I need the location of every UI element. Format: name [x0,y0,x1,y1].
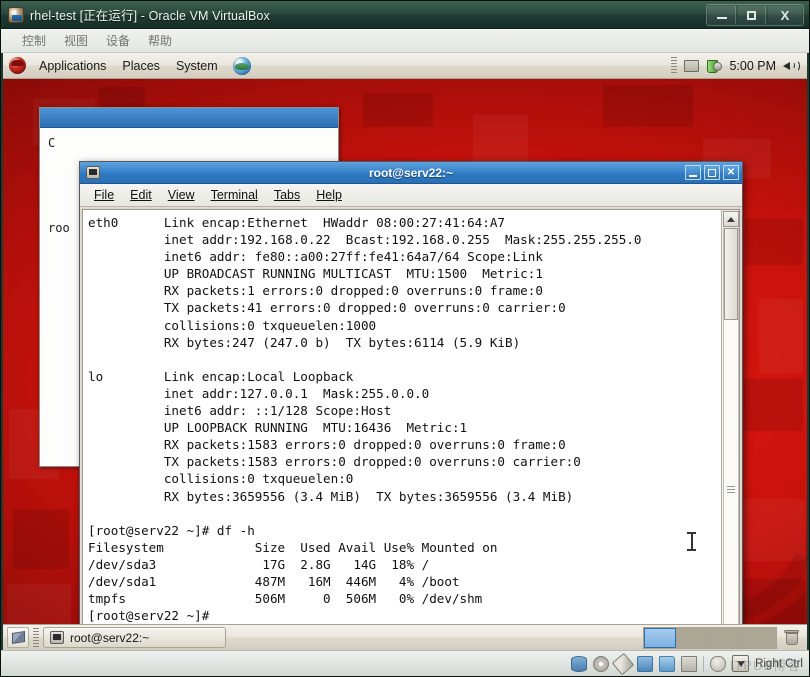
cd-icon[interactable] [593,655,610,672]
web-browser-icon[interactable] [232,56,251,75]
terminal-window-controls: ✕ [685,165,739,180]
host-key-label: Right Ctrl [755,657,803,670]
network-icon[interactable] [637,655,654,672]
scrollbar-track[interactable] [722,228,739,624]
virtualbox-window-controls: X [706,4,804,26]
scrollbar-up-button[interactable] [722,211,739,227]
scrollbar-grip [726,486,735,493]
terminal-menu-terminal[interactable]: Terminal [203,185,266,205]
workspace-2[interactable] [677,627,710,648]
close-icon: X [780,7,790,23]
applications-menu[interactable]: Applications [32,56,113,76]
vbox-menu-devices[interactable]: 设备 [97,30,139,51]
taskbar-item-terminal[interactable]: root@serv22:~ [43,627,226,648]
virtualbox-icon [8,6,24,23]
terminal-icon [50,631,64,644]
workspace-4[interactable] [743,627,776,648]
terminal-menu-help[interactable]: Help [308,185,350,205]
virtualbox-titlebar: rhel-test [正在运行] - Oracle VM VirtualBox … [1,1,809,29]
virtualbox-close-button[interactable]: X [768,6,802,24]
terminal-minimize-button[interactable] [685,165,701,180]
software-update-icon[interactable] [706,58,723,74]
terminal-menu-edit[interactable]: Edit [122,185,160,205]
taskbar-item-label: root@serv22:~ [70,630,150,645]
virtualbox-maximize-button[interactable] [738,6,766,24]
redhat-logo-icon [9,57,26,74]
tasklist-grip[interactable] [33,627,39,648]
panel-grip[interactable] [671,56,678,75]
vbox-menu-view[interactable]: 视图 [55,30,97,51]
terminal-maximize-button[interactable] [704,165,720,180]
display-icon[interactable] [681,655,698,672]
terminal-menu-file[interactable]: File [86,185,122,205]
hdd-icon[interactable] [571,655,588,672]
background-terminal-titlebar [40,108,338,128]
close-icon: ✕ [726,166,736,178]
mouse-icon[interactable] [710,655,727,672]
vbox-menu-help[interactable]: 帮助 [139,30,181,51]
vbox-menu-control[interactable]: 控制 [13,30,55,51]
floppy-icon[interactable] [611,652,635,675]
gnome-top-panel: Applications Places System 5:00 PM [3,53,807,79]
terminal-titlebar[interactable]: root@serv22:~ ✕ [80,162,742,184]
clock[interactable]: 5:00 PM [729,59,776,73]
gnome-bottom-panel: root@serv22:~ [3,624,807,650]
scrollbar-thumb[interactable] [723,228,738,320]
terminal-window[interactable]: root@serv22:~ ✕ File Edit View Terminal … [79,161,743,624]
workspace-switcher[interactable] [643,626,777,649]
statusbar-separator [703,655,705,672]
virtualbox-statusbar: Right Ctrl ITPUB博客 [1,650,809,676]
monitor-icon[interactable] [684,59,700,72]
workspace-1[interactable] [644,627,677,648]
terminal-menu-tabs[interactable]: Tabs [266,185,308,205]
terminal-menu-view[interactable]: View [160,185,203,205]
terminal-icon [86,166,100,179]
workspace-3[interactable] [710,627,743,648]
trash-icon[interactable] [783,629,800,646]
virtualbox-minimize-button[interactable] [708,6,736,24]
host-key-icon[interactable] [732,655,750,672]
virtualbox-window: rhel-test [正在运行] - Oracle VM VirtualBox … [0,0,810,677]
guest-screen[interactable]: Applications Places System 5:00 PM C roo… [1,53,809,650]
volume-icon[interactable] [783,58,800,73]
terminal-close-button[interactable]: ✕ [723,165,739,180]
terminal-content-area[interactable]: eth0 Link encap:Ethernet HWaddr 08:00:27… [82,209,740,624]
shared-folders-icon[interactable] [659,655,676,672]
show-desktop-icon[interactable] [7,627,29,648]
terminal-scrollbar[interactable] [721,210,739,624]
virtualbox-window-title: rhel-test [正在运行] - Oracle VM VirtualBox [30,9,270,23]
places-menu[interactable]: Places [115,56,167,76]
virtualbox-menubar: 控制 视图 设备 帮助 [1,29,809,53]
terminal-output-text[interactable]: eth0 Link encap:Ethernet HWaddr 08:00:27… [83,210,721,624]
i-beam-pointer-icon [687,532,696,551]
desktop-wallpaper[interactable]: C roo root@serv22:~ ✕ File Edit View Ter… [3,79,807,624]
terminal-menubar: File Edit View Terminal Tabs Help [80,184,742,207]
system-menu[interactable]: System [169,56,225,76]
terminal-window-title: root@serv22:~ [368,165,454,180]
